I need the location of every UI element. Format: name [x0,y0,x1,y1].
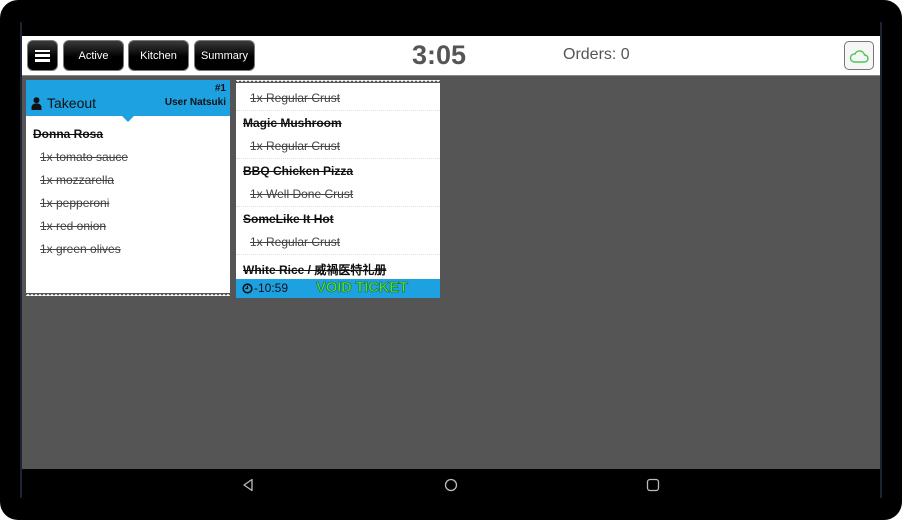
person-icon [31,97,42,110]
order-user: User Natsuki [164,97,226,108]
ticket-timer: -10:59 [242,281,288,295]
torn-edge [236,80,440,83]
order-type: Takeout [47,95,97,111]
clock-icon [242,282,253,294]
item-modifier: 1x green olives [40,242,121,256]
void-ticket-label: VOID TICKET [316,279,409,297]
row-divider [236,110,440,111]
item-name[interactable]: White Rice / 威禍医特礼册 [243,261,386,278]
summary-button[interactable]: Summary [194,40,255,71]
row-divider [236,206,440,207]
active-button[interactable]: Active [63,40,124,71]
item-name[interactable]: Donna Rosa [33,127,103,141]
ticket-card[interactable]: 1x Regular Crust Magic Mushroom 1x Regul… [236,80,440,298]
menu-button[interactable] [27,40,58,71]
item-modifier: 1x mozzarella [40,173,115,187]
item-name[interactable]: Magic Mushroom [243,116,342,130]
android-nav-bar [22,469,880,500]
clock: 3:05 [412,40,467,70]
timer-value: -10:59 [254,281,289,295]
header-notch [122,116,134,122]
hamburger-menu-icon [35,49,50,62]
ticket-card[interactable]: Takeout #1 User Natsuki Donna Rosa 1x to… [26,80,230,297]
item-modifier: 1x Regular Crust [250,91,341,105]
cloud-icon [849,49,869,63]
back-triangle-icon[interactable] [242,478,254,492]
screen: Active Kitchen Summary 3:05 Orders: 0 Ta… [22,36,880,500]
recents-square-icon[interactable] [646,478,660,492]
screen-edge-right [880,22,882,498]
kitchen-button[interactable]: Kitchen [128,40,189,71]
item-modifier: 1x red onion [40,219,107,233]
home-circle-icon[interactable] [444,478,458,492]
item-modifier: 1x pepperoni [40,196,110,210]
item-modifier: 1x Regular Crust [250,139,341,153]
item-modifier: 1x Well Done Crust [250,187,354,201]
item-modifier: 1x tomato sauce [40,150,129,164]
torn-edge [26,293,230,297]
item-modifier: 1x Regular Crust [250,235,341,249]
orders-count: Orders: 0 [563,46,630,63]
row-divider [236,254,440,255]
top-bar: Active Kitchen Summary 3:05 Orders: 0 [22,36,880,76]
cloud-sync-button[interactable] [844,41,874,70]
item-name[interactable]: SomeLike It Hot [243,212,334,226]
row-divider [236,158,440,159]
item-name[interactable]: BBQ Chicken Pizza [243,164,353,178]
ticket-header: Takeout #1 User Natsuki [26,80,230,122]
order-number: #1 [214,83,226,94]
ticket-footer: -10:59 VOID TICKET [236,279,440,298]
